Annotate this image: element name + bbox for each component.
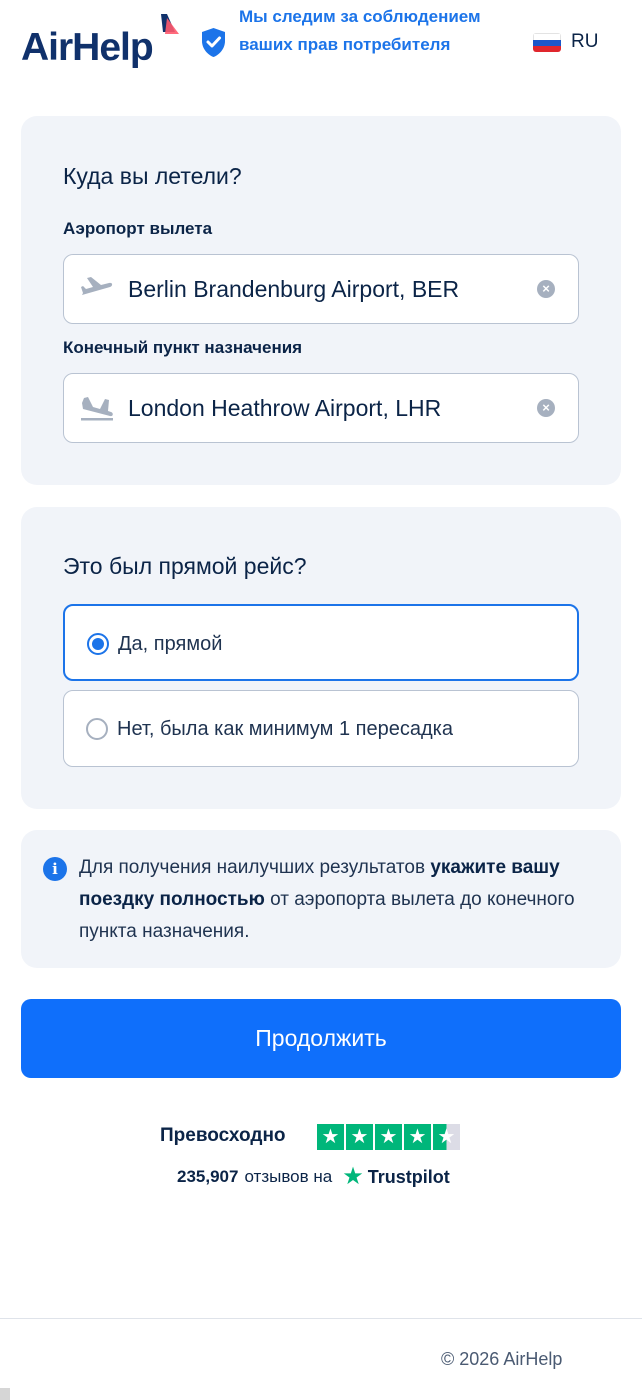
russia-flag-icon [533,32,561,52]
destination-label: Конечный пункт назначения [63,338,303,357]
review-count: 235,907 [177,1167,239,1186]
route-title: Куда вы летели? [63,163,242,189]
header: AirHelp Мы следим за соблюдением ваших п… [0,0,642,96]
star-icon: ★ [317,1124,344,1150]
reviews-on-text: отзывов на [244,1167,333,1186]
destination-field[interactable]: London Heathrow Airport, LHR × [63,373,579,443]
shield-check-icon [202,28,225,57]
info-card: i Для получения наилучших результатов ук… [21,830,621,968]
clear-departure-icon[interactable]: × [537,280,555,298]
star-icon: ★ [375,1124,402,1150]
consumer-rights-promise: Мы следим за соблюдением ваших прав потр… [239,7,481,54]
continue-button[interactable]: Продолжить [21,999,621,1078]
departure-value: Berlin Brandenburg Airport, BER [128,276,460,302]
airhelp-logo[interactable]: AirHelp [21,14,181,76]
info-text: Для получения наилучших результатов укаж… [79,857,575,942]
footer-divider [0,1318,642,1319]
radio-with-connection[interactable] [86,718,108,740]
trustpilot-rating-word: Превосходно [160,1125,286,1146]
route-card: Куда вы летели? Аэропорт вылета Berlin B… [21,116,621,485]
half-star-icon: ★ [433,1124,460,1150]
landing-plane-icon [81,397,113,421]
trustpilot-reviews[interactable]: 235,907 отзывов на ★ Trustpilot [177,1165,450,1189]
option-direct[interactable]: Да, прямой [63,604,579,681]
trustpilot-brand: Trustpilot [367,1166,450,1187]
trustpilot-star-icon: ★ [342,1163,364,1190]
star-icon: ★ [346,1124,373,1150]
logo-mark-icon [161,14,179,34]
radio-direct[interactable] [87,633,109,655]
corner-artifact [0,1388,10,1400]
departure-field[interactable]: Berlin Brandenburg Airport, BER × [63,254,579,324]
takeoff-plane-icon [81,277,113,295]
destination-value: London Heathrow Airport, LHR [128,395,442,421]
star-icon: ★ [404,1124,431,1150]
departure-label: Аэропорт вылета [63,219,213,238]
direct-flight-card: Это был прямой рейс? Да, прямой Нет, был… [21,507,621,809]
language-selector[interactable]: RU [533,29,598,55]
option-with-connection-label: Нет, была как минимум 1 пересадка [117,718,453,740]
direct-flight-title: Это был прямой рейс? [63,553,307,579]
option-direct-label: Да, прямой [118,633,223,655]
copyright: © 2026 AirHelp [441,1349,563,1369]
language-code: RU [571,31,599,52]
trustpilot-stars: ★ ★ ★ ★ ★ [317,1124,460,1150]
clear-destination-icon[interactable]: × [537,399,555,417]
option-with-connection[interactable]: Нет, была как минимум 1 пересадка [63,690,579,767]
logo-text: AirHelp [21,26,154,69]
info-icon: i [43,857,67,881]
